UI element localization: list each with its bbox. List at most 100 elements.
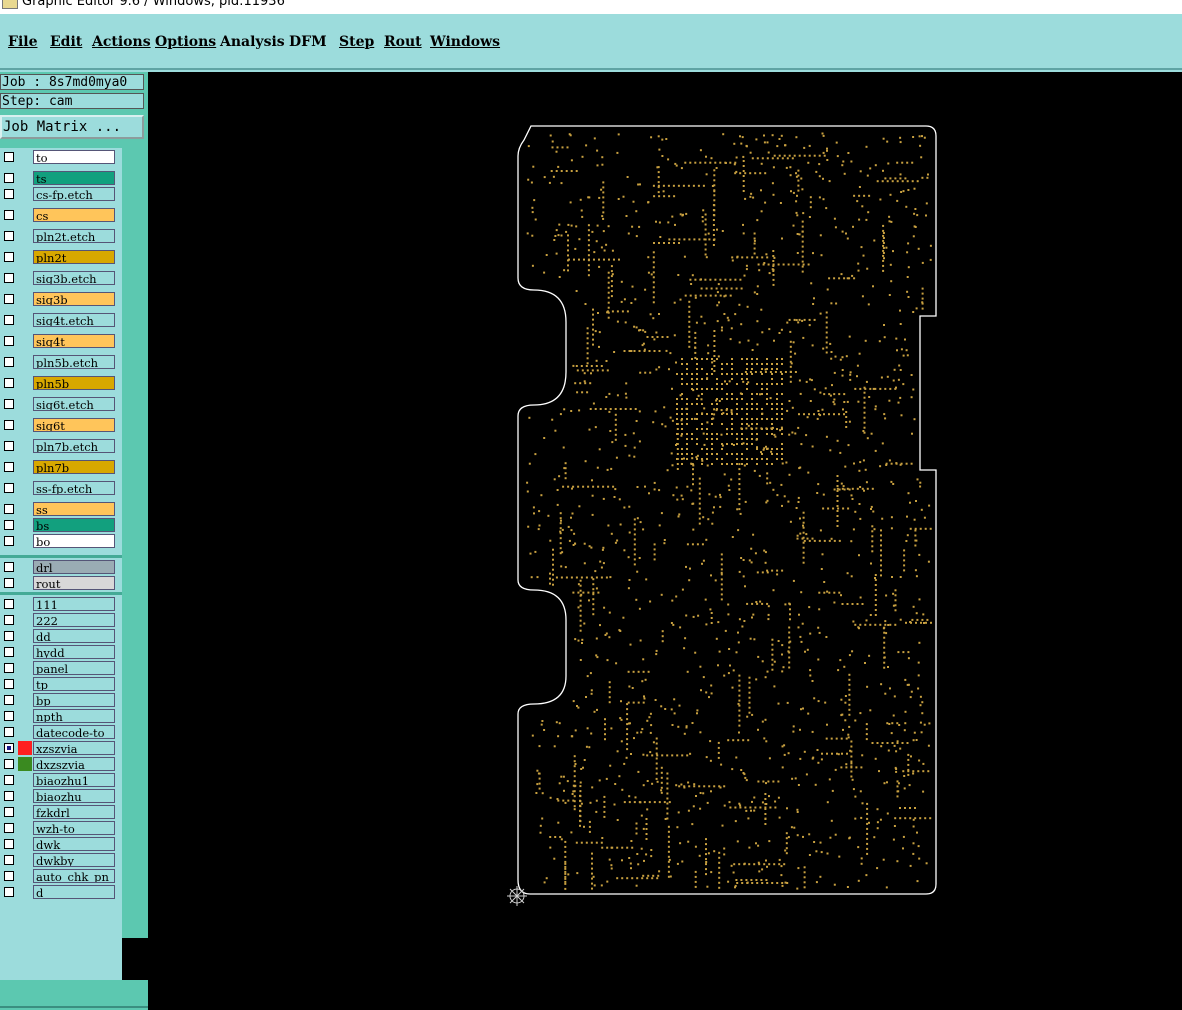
layer-name[interactable]: ts <box>33 171 115 185</box>
layer-row[interactable]: dwk <box>0 837 122 851</box>
layer-color-swatch[interactable] <box>18 757 32 771</box>
layer-name[interactable]: auto_chk_pn <box>33 869 115 883</box>
layer-visibility-checkbox[interactable] <box>4 775 14 785</box>
layer-row[interactable]: auto_chk_pn <box>0 869 122 883</box>
layer-visibility-checkbox[interactable] <box>4 663 14 673</box>
layer-row[interactable]: pln2t.etch <box>0 229 122 243</box>
layer-visibility-checkbox[interactable] <box>4 294 14 304</box>
layer-name[interactable]: d <box>33 885 115 899</box>
layer-row[interactable]: pln7b <box>0 460 122 474</box>
layer-visibility-checkbox[interactable] <box>4 679 14 689</box>
layer-name[interactable]: sig6t.etch <box>33 397 115 411</box>
layer-visibility-checkbox[interactable] <box>4 420 14 430</box>
layer-visibility-checkbox[interactable] <box>4 189 14 199</box>
layer-name[interactable]: bo <box>33 534 115 548</box>
layer-name[interactable]: sig3b <box>33 292 115 306</box>
menu-windows[interactable]: Windows <box>430 34 500 50</box>
layer-row[interactable]: fzkdrl <box>0 805 122 819</box>
layer-visibility-checkbox[interactable] <box>4 727 14 737</box>
layer-row[interactable]: biaozhu1 <box>0 773 122 787</box>
layer-visibility-checkbox[interactable] <box>4 336 14 346</box>
layer-name[interactable]: dxzszvia <box>33 757 115 771</box>
layer-visibility-checkbox[interactable] <box>4 887 14 897</box>
layer-visibility-checkbox[interactable] <box>4 791 14 801</box>
layer-visibility-checkbox[interactable] <box>4 173 14 183</box>
layer-name[interactable]: pln7b.etch <box>33 439 115 453</box>
layer-row[interactable]: bs <box>0 518 122 532</box>
layer-row[interactable]: biaozhu <box>0 789 122 803</box>
layer-name[interactable]: ss <box>33 502 115 516</box>
layer-name[interactable]: 111 <box>33 597 115 611</box>
graphic-canvas[interactable] <box>148 72 1182 938</box>
layer-row[interactable]: sig4t.etch <box>0 313 122 327</box>
layer-row[interactable]: xzszvia <box>0 741 122 755</box>
layer-name[interactable]: xzszvia <box>33 741 115 755</box>
layer-name[interactable]: biaozhu <box>33 789 115 803</box>
layer-name[interactable]: rout <box>33 576 115 590</box>
layer-visibility-checkbox[interactable] <box>4 231 14 241</box>
layer-row[interactable]: d <box>0 885 122 899</box>
layer-visibility-checkbox[interactable] <box>4 823 14 833</box>
layer-visibility-checkbox[interactable] <box>4 839 14 849</box>
layer-name[interactable]: to <box>33 150 115 164</box>
layer-row[interactable]: to <box>0 150 122 164</box>
layer-row[interactable]: cs-fp.etch <box>0 187 122 201</box>
layer-visibility-checkbox[interactable] <box>4 441 14 451</box>
menu-analysis[interactable]: Analysis <box>220 34 285 50</box>
menu-file[interactable]: File <box>8 34 37 50</box>
layer-row[interactable]: ts <box>0 171 122 185</box>
layer-row[interactable]: pln7b.etch <box>0 439 122 453</box>
layer-visibility-checkbox[interactable] <box>4 520 14 530</box>
layer-row[interactable]: wzh-to <box>0 821 122 835</box>
layer-visibility-checkbox[interactable] <box>4 871 14 881</box>
layer-visibility-checkbox[interactable] <box>4 152 14 162</box>
layer-row[interactable]: cs <box>0 208 122 222</box>
layer-name[interactable]: pln5b <box>33 376 115 390</box>
layer-visibility-checkbox[interactable] <box>4 315 14 325</box>
layer-row[interactable]: rout <box>0 576 122 590</box>
layer-row[interactable]: sig6t.etch <box>0 397 122 411</box>
job-matrix-button[interactable]: Job Matrix ... <box>0 115 144 139</box>
layer-row[interactable]: dd <box>0 629 122 643</box>
layer-name[interactable]: dd <box>33 629 115 643</box>
layer-name[interactable]: npth <box>33 709 115 723</box>
layer-name[interactable]: pln7b <box>33 460 115 474</box>
layer-visibility-checkbox[interactable] <box>4 252 14 262</box>
layer-row[interactable]: bo <box>0 534 122 548</box>
layer-row[interactable]: panel <box>0 661 122 675</box>
layer-name[interactable]: bs <box>33 518 115 532</box>
layer-row[interactable]: sig3b <box>0 292 122 306</box>
layer-visibility-checkbox[interactable] <box>4 695 14 705</box>
menu-options[interactable]: Options <box>155 34 216 50</box>
menu-rout[interactable]: Rout <box>384 34 422 50</box>
layer-row[interactable]: npth <box>0 709 122 723</box>
menu-step[interactable]: Step <box>339 34 374 50</box>
layer-visibility-checkbox[interactable] <box>4 504 14 514</box>
layer-name[interactable]: 222 <box>33 613 115 627</box>
layer-name[interactable]: dwk <box>33 837 115 851</box>
layer-row[interactable]: sig4t <box>0 334 122 348</box>
layer-name[interactable]: sig4t.etch <box>33 313 115 327</box>
layer-row[interactable]: datecode-to <box>0 725 122 739</box>
layer-visibility-checkbox[interactable] <box>4 855 14 865</box>
layer-name[interactable]: tp <box>33 677 115 691</box>
layer-visibility-checkbox[interactable] <box>4 562 14 572</box>
menu-dfm[interactable]: DFM <box>289 34 327 50</box>
layer-name[interactable]: sig4t <box>33 334 115 348</box>
layer-name[interactable]: fzkdrl <box>33 805 115 819</box>
layer-row[interactable]: pln5b.etch <box>0 355 122 369</box>
layer-visibility-checkbox[interactable] <box>4 378 14 388</box>
layer-visibility-checkbox[interactable] <box>4 357 14 367</box>
layer-name[interactable]: ss-fp.etch <box>33 481 115 495</box>
layer-name[interactable]: sig3b.etch <box>33 271 115 285</box>
layer-visibility-checkbox[interactable] <box>4 399 14 409</box>
layer-name[interactable]: hydd <box>33 645 115 659</box>
layer-row[interactable]: dxzszvia <box>0 757 122 771</box>
layer-row[interactable]: pln2t <box>0 250 122 264</box>
layer-name[interactable]: cs <box>33 208 115 222</box>
layer-name[interactable]: biaozhu1 <box>33 773 115 787</box>
layer-color-swatch[interactable] <box>18 741 32 755</box>
layer-name[interactable]: pln2t.etch <box>33 229 115 243</box>
layer-name[interactable]: dwkby <box>33 853 115 867</box>
layer-name[interactable]: pln5b.etch <box>33 355 115 369</box>
